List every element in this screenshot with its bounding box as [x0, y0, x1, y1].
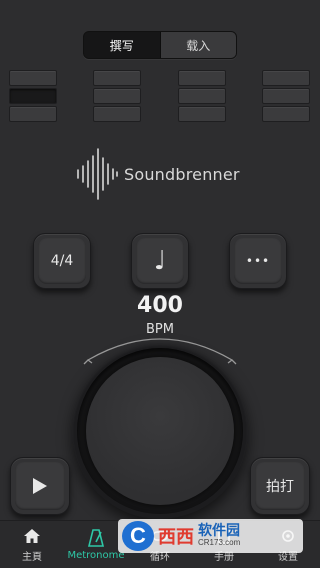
more-options-button[interactable]: ••• [229, 233, 287, 289]
beat-cell [262, 106, 310, 122]
watermark-title: 软件园 [198, 522, 240, 539]
watermark-c-icon: C [122, 521, 154, 551]
time-signature-button[interactable]: 4/4 [33, 233, 91, 289]
beat-cell [93, 106, 141, 122]
tempo-dial-ring [77, 348, 243, 514]
mode-segmented-control[interactable]: 撰写 载入 [83, 31, 237, 59]
beat-column-4[interactable] [262, 70, 310, 122]
beat-column-2[interactable] [93, 70, 141, 122]
watermark-url: CR173.com [198, 538, 241, 548]
tap-tempo-label: 拍打 [255, 462, 305, 510]
tempo-dial-knob [86, 357, 234, 505]
beat-cell [178, 106, 226, 122]
note-value-button[interactable]: ♩ [131, 233, 189, 289]
beat-cell [178, 88, 226, 104]
watermark-red-text: 西西 [158, 527, 194, 548]
write-tab[interactable]: 撰写 [84, 32, 161, 58]
more-dots-icon: ••• [234, 238, 282, 284]
beat-cell [93, 70, 141, 86]
soundwave-icon [77, 148, 118, 200]
tab-home[interactable]: 主頁 [0, 521, 64, 568]
tab-home-label: 主頁 [22, 551, 42, 563]
watermark-text-block: 软件园 CR173.com [198, 522, 241, 548]
tap-tempo-button[interactable]: 拍打 [250, 457, 310, 515]
quarter-note-icon: ♩ [136, 238, 184, 284]
beat-accent-grid [9, 70, 311, 122]
time-signature-label: 4/4 [38, 238, 86, 284]
beat-cell [93, 88, 141, 104]
beat-cell [178, 70, 226, 86]
tempo-dial[interactable] [72, 343, 248, 519]
beat-cell-active [9, 88, 57, 104]
play-button-face [15, 462, 65, 510]
beat-cell [262, 88, 310, 104]
tab-metronome-label: Metronome [67, 549, 125, 561]
beat-column-3[interactable] [178, 70, 226, 122]
beat-column-1[interactable] [9, 70, 57, 122]
beat-cell [9, 106, 57, 122]
watermark-logo: C 西西 软件园 CR173.com [118, 519, 303, 553]
logo-wordmark: Soundbrenner [124, 164, 240, 184]
soundbrenner-logo: Soundbrenner [75, 148, 255, 200]
play-button[interactable] [10, 457, 70, 515]
tempo-unit-label: BPM [146, 322, 174, 337]
beat-cell [262, 70, 310, 86]
load-tab[interactable]: 载入 [160, 32, 236, 58]
metronome-icon [87, 528, 105, 547]
home-icon [24, 528, 40, 543]
tempo-value: 400 [137, 293, 183, 318]
play-icon [33, 478, 47, 494]
beat-cell [9, 70, 57, 86]
